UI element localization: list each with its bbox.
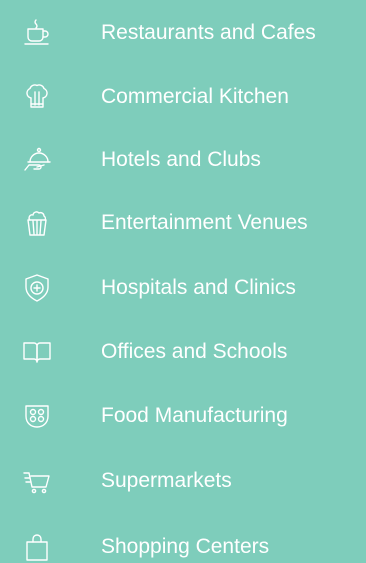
category-label: Shopping Centers [101,535,270,558]
open-book-icon [20,330,54,374]
category-item-restaurants-and-cafes[interactable]: Restaurants and Cafes [0,11,366,55]
category-label: Food Manufacturing [101,404,288,427]
medical-shield-icon [20,266,54,310]
category-label: Offices and Schools [101,340,288,363]
category-item-entertainment-venues[interactable]: Entertainment Venues [0,201,366,245]
category-label: Hospitals and Clinics [101,276,296,299]
category-label: Commercial Kitchen [101,85,289,108]
category-label: Restaurants and Cafes [101,21,316,44]
category-item-commercial-kitchen[interactable]: Commercial Kitchen [0,75,366,119]
food-tray-icon [20,394,54,438]
category-item-offices-and-schools[interactable]: Offices and Schools [0,330,366,374]
category-item-supermarkets[interactable]: Supermarkets [0,459,366,503]
category-item-food-manufacturing[interactable]: Food Manufacturing [0,394,366,438]
category-label: Entertainment Venues [101,211,308,234]
category-item-shopping-centers[interactable]: Shopping Centers [0,525,366,563]
shopping-cart-icon [20,459,54,503]
coffee-cup-icon [20,11,54,55]
serving-cloche-icon [20,138,54,182]
chef-hat-icon [20,75,54,119]
category-item-hotels-and-clubs[interactable]: Hotels and Clubs [0,138,366,182]
popcorn-icon [20,201,54,245]
category-list-page: { "theme": { "background": "#7ecdbb", "f… [0,0,366,563]
category-label: Hotels and Clubs [101,148,261,171]
category-label: Supermarkets [101,469,232,492]
category-item-hospitals-and-clinics[interactable]: Hospitals and Clinics [0,266,366,310]
shopping-bag-icon [20,525,54,563]
